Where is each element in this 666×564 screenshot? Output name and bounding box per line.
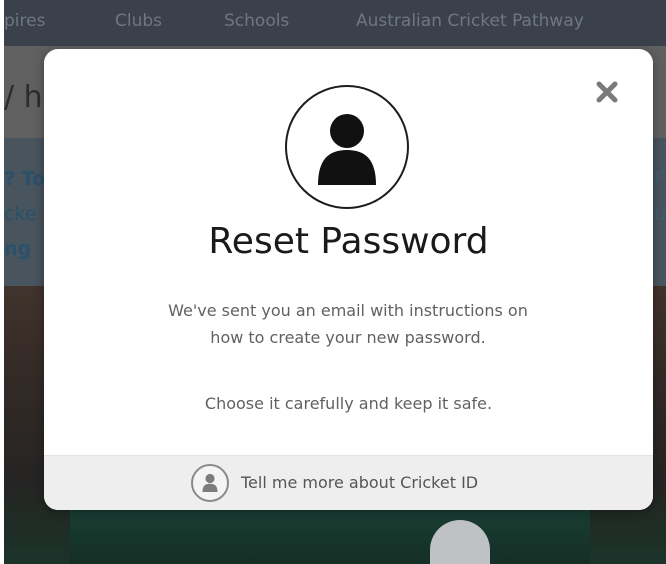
close-button[interactable] (594, 79, 620, 105)
modal-title: Reset Password (208, 221, 489, 262)
reset-password-modal: Reset Password We've sent you an email w… (44, 49, 653, 510)
user-icon (318, 114, 376, 185)
close-icon (596, 81, 618, 103)
avatar (285, 85, 409, 209)
page: pires Clubs Schools Australian Cricket P… (0, 0, 666, 564)
modal-note: Choose it carefully and keep it safe. (204, 394, 493, 413)
user-icon (202, 473, 218, 492)
modal-message: We've sent you an email with instruction… (168, 301, 528, 347)
footer-link-text[interactable]: Tell me more about Cricket ID (241, 473, 478, 492)
footer-avatar (191, 464, 229, 502)
cricket-id-info-link[interactable]: Tell me more about Cricket ID (44, 455, 653, 510)
page-edge (0, 0, 4, 564)
